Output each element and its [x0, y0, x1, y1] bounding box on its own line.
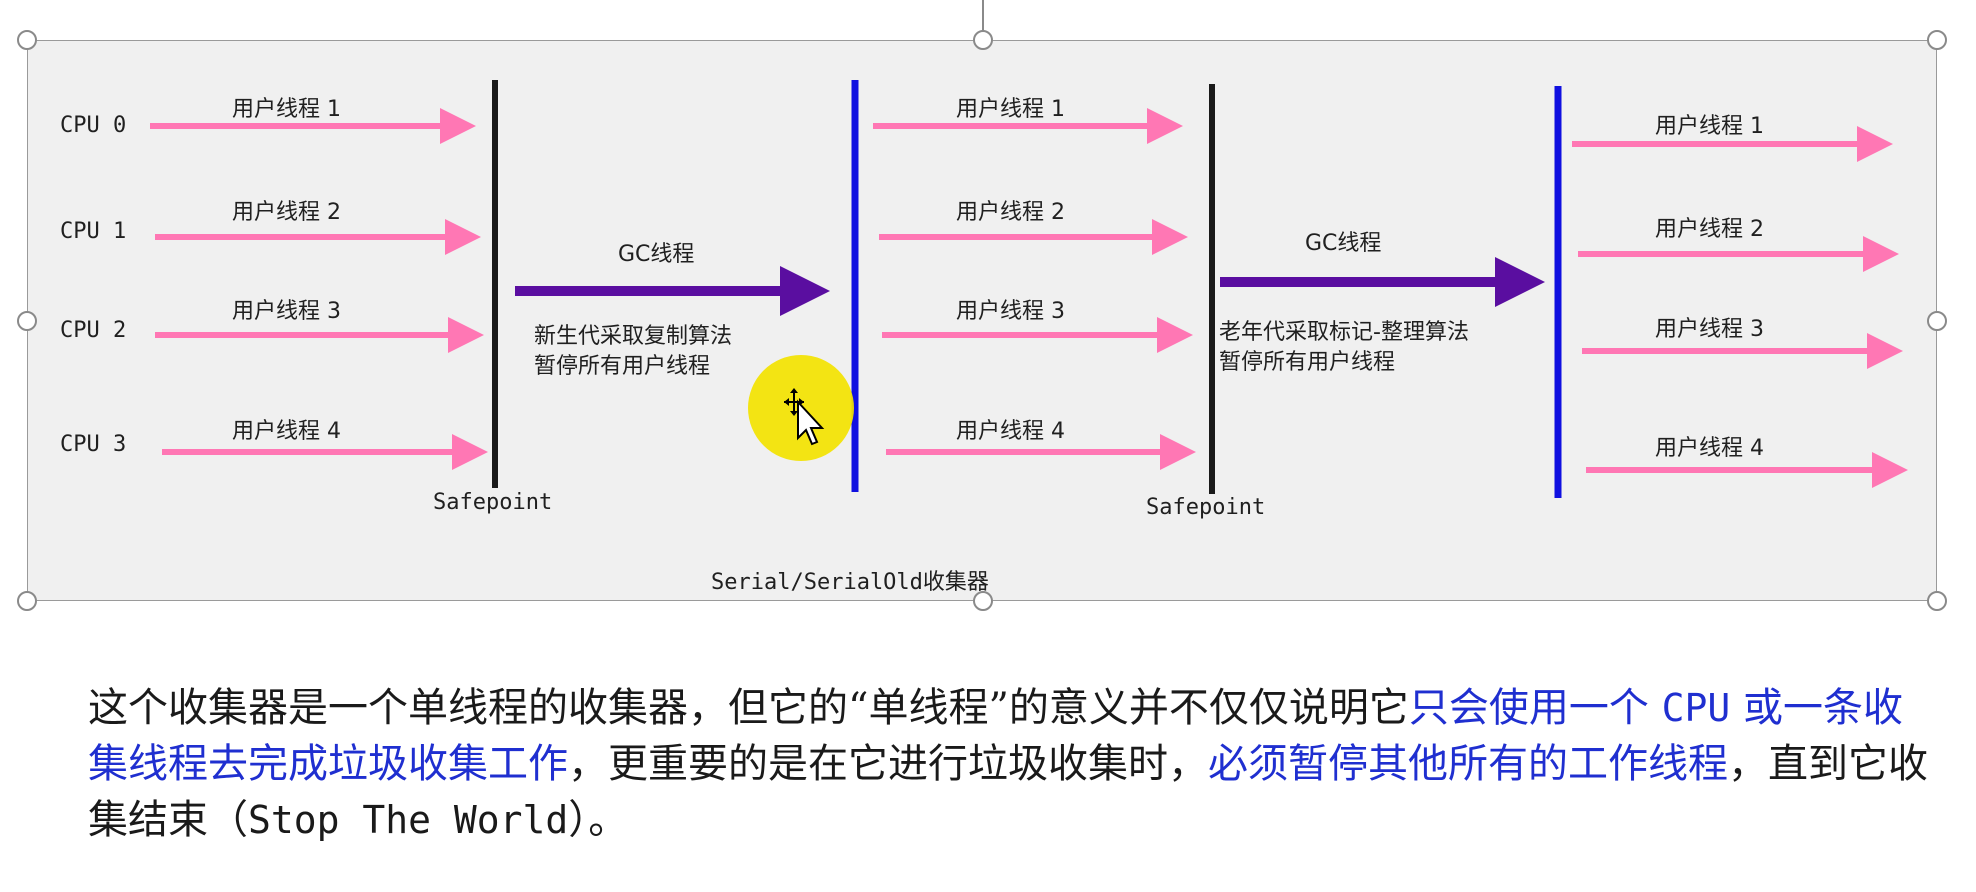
thread-label-c3-3: 用户线程 3	[1655, 317, 1764, 342]
description-paragraph: 这个收集器是一个单线程的收集器，但它的“单线程”的意义并不仅仅说明它只会使用一个…	[88, 680, 1928, 848]
thread-label-c1-2: 用户线程 2	[232, 200, 341, 225]
thread-label-c2-4: 用户线程 4	[956, 419, 1065, 444]
thread-label-c1-3: 用户线程 3	[232, 299, 341, 324]
thread-label-c1-4: 用户线程 4	[232, 419, 341, 444]
thread-label-c2-2: 用户线程 2	[956, 200, 1065, 225]
gc-thread-label-1: GC线程	[618, 242, 695, 267]
cpu-label-1: CPU 1	[60, 219, 127, 244]
safepoint-label-2: Safepoint	[1146, 495, 1266, 520]
para-text-2: ，更重要的是在它进行垃圾收集时，	[568, 741, 1208, 787]
cpu-label-2: CPU 2	[60, 318, 127, 343]
para-text-4: ）。	[568, 797, 629, 843]
cpu-label-0: CPU 0	[60, 113, 127, 138]
move-cursor-icon	[784, 388, 825, 446]
young-gen-note: 新生代采取复制算法 暂停所有用户线程	[534, 324, 733, 379]
resize-handle-bottom[interactable]	[973, 591, 993, 611]
resize-handle-bottom-left[interactable]	[17, 591, 37, 611]
gc-thread-label-2: GC线程	[1305, 231, 1382, 256]
resize-handle-top-left[interactable]	[17, 30, 37, 50]
thread-label-c3-1: 用户线程 1	[1655, 114, 1764, 139]
para-highlight-1a: 只会使用一个	[1408, 685, 1662, 731]
resize-handle-left[interactable]	[17, 311, 37, 331]
thread-label-c2-3: 用户线程 3	[956, 299, 1065, 324]
resize-handle-right[interactable]	[1927, 311, 1947, 331]
resize-handle-top-right[interactable]	[1927, 30, 1947, 50]
thread-label-c3-2: 用户线程 2	[1655, 217, 1764, 242]
para-code-stw: Stop The World	[248, 798, 569, 842]
para-text-1: 这个收集器是一个单线程的收集器，但它的“单线程”的意义并不仅仅说明它	[88, 685, 1409, 731]
resize-handle-bottom-right[interactable]	[1927, 591, 1947, 611]
old-gen-note: 老年代采取标记-整理算法 暂停所有用户线程	[1219, 320, 1469, 375]
para-highlight-1-code: CPU	[1661, 686, 1731, 730]
thread-label-c3-4: 用户线程 4	[1655, 436, 1764, 461]
cpu-label-3: CPU 3	[60, 432, 127, 457]
safepoint-label-1: Safepoint	[433, 490, 553, 515]
thread-label-c1-1: 用户线程 1	[232, 97, 341, 122]
diagram-caption: Serial/SerialOld收集器	[711, 570, 989, 595]
thread-label-c2-1: 用户线程 1	[956, 97, 1065, 122]
resize-handle-top[interactable]	[973, 30, 993, 50]
para-highlight-2: 必须暂停其他所有的工作线程	[1208, 741, 1728, 787]
